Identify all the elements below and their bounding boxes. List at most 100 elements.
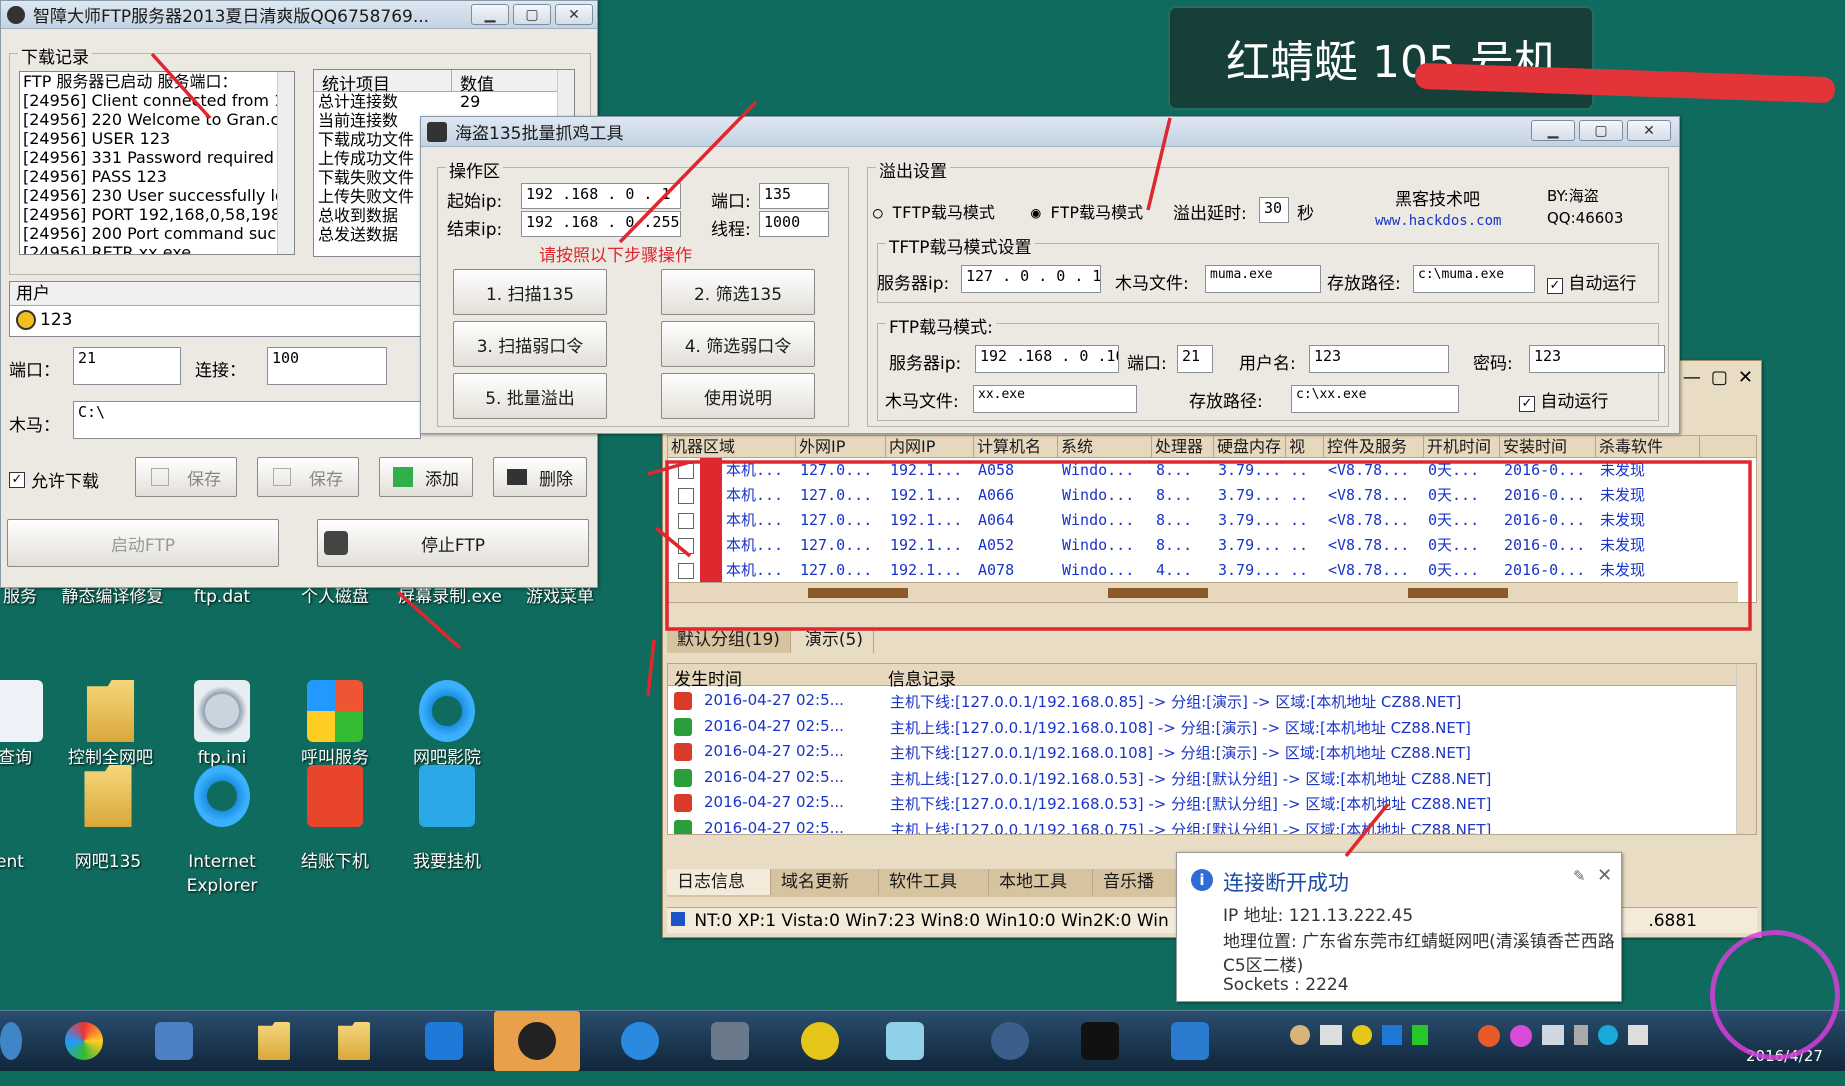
connection-input[interactable]: 100 bbox=[267, 347, 387, 385]
save-button-2[interactable]: 保存 bbox=[257, 457, 359, 497]
host-column-header[interactable]: 处理器 bbox=[1152, 436, 1214, 458]
pin-icon[interactable]: ✎ bbox=[1573, 867, 1586, 885]
ftp-log-list[interactable]: FTP 服务器已启动 服务端口： [24956] Client connecte… bbox=[19, 71, 295, 255]
desktop-icon-checkout[interactable]: 结账下机 bbox=[285, 765, 385, 874]
tray-fire-icon[interactable] bbox=[1478, 1025, 1500, 1047]
save-button-1[interactable]: 保存 bbox=[135, 457, 237, 497]
ftp-mode-radio[interactable]: ◉ FTP载马模式 bbox=[1031, 199, 1143, 223]
log-header-info[interactable]: 信息记录 bbox=[888, 665, 956, 690]
maximize-button[interactable]: ▢ bbox=[1711, 367, 1728, 388]
end-ip-input[interactable]: 192 .168 . 0 .255 bbox=[521, 211, 681, 237]
host-column-header[interactable]: 机器区域 bbox=[668, 436, 796, 458]
host-column-header[interactable]: 硬盘内存 bbox=[1214, 436, 1286, 458]
minimize-button[interactable]: ▁ bbox=[471, 4, 509, 25]
maximize-button[interactable]: ▢ bbox=[1579, 120, 1623, 141]
host-row[interactable]: 本机... 127.0... 192.1... A066 Windo... 8... 3.7… bbox=[668, 483, 1756, 508]
log-row[interactable]: 2016-04-27 02:5... 主机上线:[127.0.0.1/192.16… bbox=[668, 765, 1738, 790]
filter-135-button[interactable]: 2. 筛选135 bbox=[661, 269, 815, 315]
log-row[interactable]: 2016-04-27 02:5... 主机上线:[127.0.0.1/192.16… bbox=[668, 816, 1738, 834]
ftp-trojan-input[interactable]: xx.exe bbox=[973, 385, 1137, 413]
host-column-header[interactable]: 外网IP bbox=[796, 436, 886, 458]
desktop-icon-wangba135[interactable]: 网吧135 bbox=[58, 765, 158, 874]
trojan-path-input[interactable]: C:\ bbox=[73, 401, 421, 439]
ftp-path-input[interactable]: c:\xx.exe bbox=[1291, 385, 1459, 413]
close-button[interactable]: ✕ bbox=[1738, 367, 1753, 388]
tray-camera-icon[interactable] bbox=[1320, 1025, 1342, 1045]
desktop-icon-internet-explorer[interactable]: Internet Explorer bbox=[172, 765, 272, 898]
host-column-header[interactable]: 控件及服务 bbox=[1324, 436, 1424, 458]
row-checkbox[interactable] bbox=[678, 563, 694, 579]
volume-icon[interactable] bbox=[1628, 1025, 1648, 1045]
tab-default-group[interactable]: 默认分组(19) bbox=[667, 627, 791, 653]
pirate-title-bar[interactable]: 海盗135批量抓鸡工具 bbox=[421, 117, 1679, 147]
host-hscrollbar[interactable] bbox=[668, 582, 1738, 602]
host-row[interactable]: 本机... 127.0... 192.1... A058 Windo... 8... 3.7… bbox=[668, 458, 1756, 483]
desktop-icon-cinema[interactable]: 网吧影院 bbox=[397, 680, 497, 770]
row-checkbox[interactable] bbox=[678, 463, 694, 479]
bottom-tab[interactable]: 域名更新 bbox=[771, 869, 879, 895]
ftp-port-input[interactable]: 21 bbox=[1177, 345, 1213, 373]
stats-header-value[interactable]: 数值 bbox=[452, 70, 494, 95]
bottom-tab[interactable]: 音乐播 bbox=[1093, 869, 1183, 895]
close-button[interactable]: ✕ bbox=[555, 4, 593, 25]
taskbar-app-tv[interactable] bbox=[394, 1011, 494, 1071]
row-checkbox[interactable] bbox=[678, 488, 694, 504]
ftp-server-input[interactable]: 192 .168 . 0 .105 bbox=[975, 345, 1119, 373]
row-checkbox[interactable] bbox=[678, 538, 694, 554]
scroll-thumb[interactable] bbox=[1408, 588, 1508, 598]
close-button[interactable]: ✕ bbox=[1627, 120, 1671, 141]
tftp-autorun-checkbox[interactable]: ✓ 自动运行 bbox=[1547, 269, 1636, 294]
host-column-header[interactable]: 视 bbox=[1286, 436, 1324, 458]
log-row[interactable]: 2016-04-27 02:5... 主机上线:[127.0.0.1/192.16… bbox=[668, 714, 1738, 739]
port-input[interactable]: 135 bbox=[759, 183, 829, 209]
host-column-header[interactable]: 开机时间 bbox=[1424, 436, 1500, 458]
log-row[interactable]: 2016-04-27 02:5... 主机下线:[127.0.0.1/192.16… bbox=[668, 688, 1738, 713]
bottom-tab[interactable]: 软件工具 bbox=[879, 869, 989, 895]
brand-site[interactable]: www.hackdos.com bbox=[1375, 213, 1501, 229]
host-column-header[interactable]: 内网IP bbox=[886, 436, 974, 458]
host-column-header[interactable]: 安装时间 bbox=[1500, 436, 1596, 458]
host-column-header[interactable]: 系统 bbox=[1058, 436, 1152, 458]
scan-135-button[interactable]: 1. 扫描135 bbox=[453, 269, 607, 315]
delete-button[interactable]: 删除 bbox=[493, 457, 587, 497]
tab-demo-group[interactable]: 演示(5) bbox=[795, 627, 874, 653]
tftp-server-input[interactable]: 127 . 0 . 0 . 1 bbox=[961, 265, 1101, 293]
desktop-icon-screen-record[interactable]: 屏幕录制.exe bbox=[390, 585, 510, 609]
maximize-button[interactable]: ▢ bbox=[513, 4, 551, 25]
close-icon[interactable]: ✕ bbox=[1597, 865, 1612, 886]
delay-input[interactable]: 30 bbox=[1259, 197, 1289, 223]
tray-tv-icon[interactable] bbox=[1382, 1025, 1402, 1045]
minimize-button[interactable]: ▁ bbox=[1531, 120, 1575, 141]
bottom-tab[interactable]: 日志信息 bbox=[667, 869, 771, 895]
start-button[interactable] bbox=[0, 1011, 22, 1071]
desktop-icon-static-compile[interactable]: 静态编译修复 bbox=[60, 585, 165, 609]
usage-guide-button[interactable]: 使用说明 bbox=[661, 373, 815, 419]
tray-power-icon[interactable] bbox=[1598, 1025, 1618, 1045]
taskbar-app-computer[interactable] bbox=[1140, 1011, 1240, 1071]
username-input[interactable]: 123 bbox=[1309, 345, 1449, 373]
taskbar-app-network[interactable] bbox=[680, 1011, 780, 1071]
tray-color-icon[interactable] bbox=[1352, 1025, 1372, 1045]
taskbar-app-pirate[interactable] bbox=[1050, 1011, 1150, 1071]
tftp-mode-radio[interactable]: ○ TFTP载马模式 bbox=[873, 199, 995, 223]
password-input[interactable]: 123 bbox=[1529, 345, 1665, 373]
tray-usb-icon[interactable] bbox=[1574, 1025, 1588, 1045]
stop-ftp-button[interactable]: 停止FTP bbox=[317, 519, 589, 567]
tray-green-icon[interactable] bbox=[1412, 1025, 1428, 1045]
taskbar-app-cloud[interactable] bbox=[590, 1011, 690, 1071]
log-row[interactable]: 2016-04-27 02:5... 主机下线:[127.0.0.1/192.16… bbox=[668, 790, 1738, 815]
host-column-header[interactable]: 杀毒软件 bbox=[1596, 436, 1700, 458]
minimize-button[interactable]: — bbox=[1683, 367, 1701, 388]
taskbar-app-hacker[interactable] bbox=[494, 1011, 580, 1071]
log-scrollbar[interactable] bbox=[277, 72, 294, 254]
start-ftp-button[interactable]: 启动FTP bbox=[7, 519, 279, 567]
log-header-time[interactable]: 发生时间 bbox=[674, 665, 742, 690]
taskbar-app-tablet[interactable] bbox=[862, 1011, 948, 1071]
tray-network-icon[interactable] bbox=[1542, 1025, 1564, 1045]
taskbar-app-monitor[interactable] bbox=[124, 1011, 224, 1071]
add-button[interactable]: 添加 bbox=[379, 457, 473, 497]
host-column-header[interactable]: 计算机名 bbox=[974, 436, 1058, 458]
host-row[interactable]: 本机... 127.0... 192.1... A052 Windo... 8... 3.7… bbox=[668, 533, 1756, 558]
stats-header-item[interactable]: 统计项目 bbox=[314, 70, 452, 95]
taskbar-app-spy[interactable] bbox=[960, 1011, 1060, 1071]
